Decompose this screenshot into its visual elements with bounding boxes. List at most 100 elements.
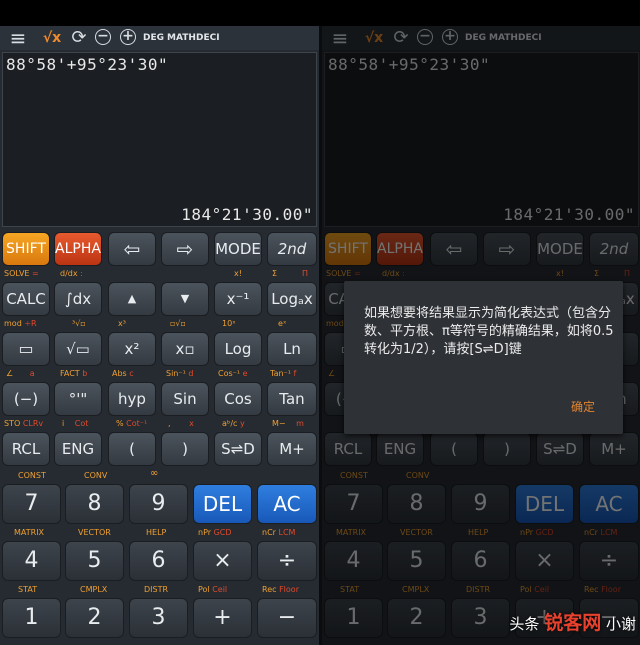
- secondary-label-percent: % Cot⁻¹: [116, 419, 148, 428]
- integral-key[interactable]: ∫dx: [54, 282, 102, 316]
- add-key[interactable]: +: [193, 598, 252, 638]
- delete-key[interactable]: DEL: [193, 484, 252, 524]
- power-key[interactable]: x▫: [161, 332, 209, 366]
- digit-7-key[interactable]: 7: [2, 484, 61, 524]
- rcl-key[interactable]: RCL: [2, 432, 50, 466]
- sin-key[interactable]: Sin: [161, 382, 209, 416]
- deg-mode-indicator[interactable]: DEG: [143, 26, 164, 50]
- secondary-label-solve: SOLVE =: [4, 269, 39, 278]
- dialog-ok-button[interactable]: 确定: [571, 398, 595, 415]
- digit-9-key[interactable]: 9: [129, 484, 188, 524]
- secondary-label-ddx: d/dx :: [60, 269, 83, 278]
- secondary-label-abs: Abs c: [112, 369, 134, 378]
- multiply-key[interactable]: ×: [193, 541, 252, 581]
- secondary-label-distr: DISTR: [144, 585, 169, 594]
- mplus-key[interactable]: M+: [267, 432, 317, 466]
- all-clear-key[interactable]: AC: [257, 484, 317, 524]
- secondary-label-ncr: nCr LCM: [262, 528, 296, 537]
- down-key[interactable]: ▼: [161, 282, 209, 316]
- fraction-key[interactable]: ▭: [2, 332, 50, 366]
- digit-3-key[interactable]: 3: [129, 598, 188, 638]
- alpha-key[interactable]: ALPHA: [54, 232, 102, 266]
- log-base-key[interactable]: Logₐx: [267, 282, 317, 316]
- dialog-message: 如果想要将结果显示为简化表达式（包含分数、平方根、π等符号的精确结果，如将0.5…: [364, 306, 614, 357]
- negative-key[interactable]: (−): [2, 382, 50, 416]
- secondary-label-mminus: M− m: [272, 419, 304, 428]
- secondary-label-npr: nPr GCD: [198, 528, 232, 537]
- second-function-key[interactable]: 2nd: [267, 232, 317, 266]
- hint-dialog: 如果想要将结果显示为简化表达式（包含分数、平方根、π等符号的精确结果，如将0.5…: [344, 281, 623, 434]
- deci-mode-indicator[interactable]: DECI: [196, 26, 220, 50]
- ln-key[interactable]: Ln: [267, 332, 317, 366]
- digit-6-key[interactable]: 6: [129, 541, 188, 581]
- cos-key[interactable]: Cos: [214, 382, 262, 416]
- sqrt-key[interactable]: √▭: [54, 332, 102, 366]
- secondary-label-acos: Cos⁻¹ e: [218, 369, 248, 378]
- secondary-label-cmplx: CMPLX: [80, 585, 108, 594]
- secondary-label-angle: ∠ a: [6, 369, 35, 378]
- sd-key[interactable]: S⇌D: [214, 432, 262, 466]
- zoom-in-icon[interactable]: +: [118, 26, 138, 50]
- hyp-key[interactable]: hyp: [108, 382, 156, 416]
- right-arrow-key[interactable]: ⇨: [161, 232, 209, 266]
- watermark-brand: 锐客网: [544, 612, 602, 634]
- watermark-prefix: 头条: [509, 615, 540, 633]
- swap-icon[interactable]: ⟳: [68, 26, 90, 50]
- watermark-suffix: 小谢: [605, 615, 636, 633]
- math-mode-indicator[interactable]: MATH: [167, 26, 196, 50]
- shift-key[interactable]: SHIFT: [2, 232, 50, 266]
- secondary-label-ten-power: 10ˣ: [222, 319, 236, 328]
- secondary-label-cube-root: ³√▫: [72, 319, 86, 328]
- secondary-label-stat: STAT: [18, 585, 38, 594]
- secondary-label-atan: Tan⁻¹ f: [270, 369, 297, 378]
- status-bar-area: [0, 0, 640, 26]
- secondary-label-nth-root: ▫√▫: [170, 319, 186, 328]
- tan-key[interactable]: Tan: [267, 382, 317, 416]
- secondary-label-comma: , x: [168, 419, 194, 428]
- expression-text: 88°58'+95°23'30": [6, 55, 169, 74]
- subtract-key[interactable]: −: [257, 598, 317, 638]
- secondary-label-matrix: MATRIX: [14, 528, 45, 537]
- secondary-label-product: Π: [302, 269, 309, 278]
- dms-key[interactable]: °'": [54, 382, 102, 416]
- digit-8-key[interactable]: 8: [65, 484, 124, 524]
- secondary-label-factorial: x!: [234, 269, 242, 278]
- result-text: 184°21'30.00": [181, 205, 313, 224]
- secondary-label-mod: mod ÷R: [4, 319, 37, 328]
- digit-4-key[interactable]: 4: [2, 541, 61, 581]
- menu-icon[interactable]: ≡: [6, 26, 30, 50]
- secondary-label-asin: Sin⁻¹ d: [166, 369, 194, 378]
- watermark: 头条 锐客网 小谢: [509, 608, 636, 635]
- log-key[interactable]: Log: [214, 332, 262, 366]
- calc-key[interactable]: CALC: [2, 282, 50, 316]
- toolbar: ≡ √x ⟳ − + DEG MATH DECI: [0, 26, 319, 50]
- digit-2-key[interactable]: 2: [65, 598, 124, 638]
- divide-key[interactable]: ÷: [257, 541, 317, 581]
- left-arrow-key[interactable]: ⇦: [108, 232, 156, 266]
- secondary-label-fact: FACT b: [60, 369, 88, 378]
- eng-key[interactable]: ENG: [54, 432, 102, 466]
- secondary-label-conv: CONV: [84, 471, 108, 480]
- digit-1-key[interactable]: 1: [2, 598, 61, 638]
- inverse-key[interactable]: x⁻¹: [214, 282, 262, 316]
- secondary-label-exp: eˣ: [278, 319, 287, 328]
- right-paren-key[interactable]: ): [161, 432, 209, 466]
- secondary-label-help: HELP: [146, 528, 167, 537]
- calculator-panel-left: ≡ √x ⟳ − + DEG MATH DECI 88°58'+95°23'30…: [0, 26, 319, 645]
- sqrt-format-icon[interactable]: √x: [40, 26, 64, 50]
- secondary-label-sum: Σ: [272, 269, 278, 278]
- mode-key[interactable]: MODE: [214, 232, 262, 266]
- left-paren-key[interactable]: (: [108, 432, 156, 466]
- secondary-label-i: i Cot: [62, 419, 89, 428]
- square-key[interactable]: x²: [108, 332, 156, 366]
- calculator-display: 88°58'+95°23'30" 184°21'30.00": [2, 52, 317, 227]
- up-key[interactable]: ▲: [108, 282, 156, 316]
- secondary-label-rec: Rec Floor: [262, 585, 299, 594]
- digit-5-key[interactable]: 5: [65, 541, 124, 581]
- zoom-out-icon[interactable]: −: [93, 26, 113, 50]
- secondary-label-vector: VECTOR: [78, 528, 111, 537]
- secondary-label-pol: Pol Ceil: [198, 585, 228, 594]
- secondary-label-infinity: ∞: [150, 468, 159, 479]
- secondary-label-cube: x³: [118, 319, 126, 328]
- secondary-label-sto: STO CLRv: [4, 419, 44, 428]
